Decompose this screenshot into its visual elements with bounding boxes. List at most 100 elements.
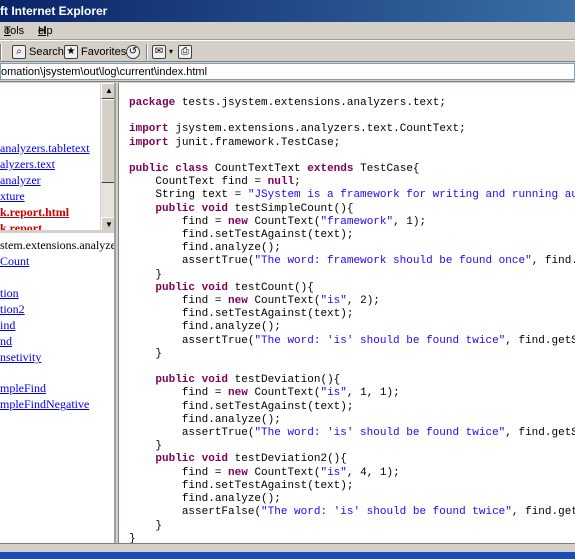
code-line: public void testSimpleCount(){ <box>155 202 354 215</box>
code-string: "The word: 'is' should be found twice" <box>261 506 512 519</box>
left-navigation-frame: analyzers.tabletext alyzers.text analyze… <box>0 83 116 543</box>
code-keyword: null <box>267 176 295 189</box>
menu-bar: Tools Help <box>0 22 575 40</box>
nav-link-deviation2[interactable]: tion2 <box>0 302 25 317</box>
code-line: find = new CountText("is", 4, 1); <box>181 466 400 479</box>
source-code-frame: package tests.jsystem.extensions.analyze… <box>118 83 575 543</box>
scroll-up-icon[interactable]: ▲ <box>101 83 114 99</box>
code-keyword: public <box>129 163 169 176</box>
nav-link-fixture[interactable]: xture <box>0 189 25 204</box>
nav-link-simplefindnegative[interactable]: mpleFindNegative <box>0 397 89 412</box>
code-line: find.setTestAgainst(text); <box>181 479 354 492</box>
code-keyword: extends <box>307 163 354 176</box>
code-string: "is" <box>320 466 347 479</box>
code-string: "framework" <box>320 215 394 228</box>
window-title-bar: ft Internet Explorer <box>0 0 575 22</box>
code-line: CountText find = null; <box>155 176 301 189</box>
code-string: "The word: framework should be found onc… <box>254 255 532 268</box>
scroll-thumb[interactable] <box>101 99 114 183</box>
menu-tools-rest: ools <box>4 25 25 37</box>
code-keyword: class <box>175 163 209 176</box>
code-keyword: public <box>155 374 196 387</box>
menu-help-rest: elp <box>38 25 53 37</box>
code-line: find.analyze(); <box>181 321 281 334</box>
source-code: package tests.jsystem.extensions.analyze… <box>129 97 575 543</box>
code-keyword: new <box>228 215 248 228</box>
code-string: "JSystem is a framework for writing and … <box>247 189 575 202</box>
code-line: import junit.framework.TestCase; <box>129 136 341 149</box>
code-line: assertTrue("The word: 'is' should be fou… <box>181 334 575 347</box>
code-line: find = new CountText("framework", 1); <box>181 215 427 228</box>
left-top-scrollbar[interactable]: ▲ ▼ <box>100 83 114 230</box>
scroll-down-icon[interactable]: ▼ <box>101 217 114 230</box>
nav-link-report-html[interactable]: k.report.html <box>0 205 69 220</box>
code-line: } <box>129 519 163 532</box>
code-line: find = new CountText("is", 1, 1); <box>181 387 400 400</box>
nav-link-nd[interactable]: nd <box>0 334 12 349</box>
nav-link-deviation[interactable]: tion <box>0 286 19 301</box>
code-line: } <box>129 440 163 453</box>
code-keyword: void <box>201 202 229 215</box>
code-line: assertTrue("The word: framework should b… <box>181 255 575 268</box>
code-line: } <box>129 268 163 281</box>
search-label: Search <box>29 46 64 58</box>
code-line: find.analyze(); <box>181 493 281 506</box>
mail-button[interactable]: ✉ ▾ <box>152 43 173 61</box>
nav-link-sensitivity[interactable]: nsetivity <box>0 350 41 365</box>
code-keyword: void <box>201 281 229 294</box>
nav-link-text[interactable]: alyzers.text <box>0 157 55 172</box>
code-line: find.setTestAgainst(text); <box>181 308 354 321</box>
code-keyword: public <box>155 281 196 294</box>
left-bottom-pane: stem.extensions.analyze Count tion tion2… <box>0 236 116 543</box>
code-line: String text = "JSystem is a framework fo… <box>129 189 575 201</box>
favorites-button[interactable]: ★ Favorites <box>64 43 126 61</box>
code-line: public void testDeviation2(){ <box>155 453 347 466</box>
code-line: find = new CountText("is", 2); <box>181 295 380 308</box>
code-keyword: void <box>201 374 229 387</box>
code-line: assertFalse("The word: 'is' should be fo… <box>181 506 575 519</box>
toolbar-separator <box>0 44 2 60</box>
search-button[interactable]: ⌕ Search <box>12 43 64 61</box>
address-input[interactable] <box>0 63 575 80</box>
nav-link-tabletext[interactable]: analyzers.tabletext <box>0 141 90 156</box>
code-string: "The word: 'is' should be found twice" <box>254 427 506 440</box>
history-icon: ↺ <box>126 45 140 59</box>
code-string: "is" <box>320 295 347 308</box>
code-keyword: import <box>129 123 169 136</box>
dropdown-arrow-icon: ▾ <box>169 47 174 56</box>
code-keyword: void <box>201 453 229 466</box>
code-line: import jsystem.extensions.analyzers.text… <box>129 123 466 136</box>
code-line: assertTrue("The word: 'is' should be fou… <box>181 427 575 440</box>
nav-link-find[interactable]: ind <box>0 318 15 333</box>
nav-link-report[interactable]: k.report <box>0 221 42 230</box>
toolbar: ⌕ Search ★ Favorites ↺ ✉ ▾ ⎙ <box>0 40 575 62</box>
history-button[interactable]: ↺ <box>126 43 140 61</box>
taskbar <box>0 552 575 559</box>
nav-link-analyzer[interactable]: analyzer <box>0 173 41 188</box>
code-keyword: new <box>228 466 248 479</box>
favorites-star-icon: ★ <box>64 45 78 59</box>
package-name-label: stem.extensions.analyze <box>0 238 116 252</box>
code-line: find.analyze(); <box>181 413 281 426</box>
code-line: find.setTestAgainst(text); <box>181 400 354 413</box>
favorites-label: Favorites <box>81 46 127 58</box>
nav-link-simplefind[interactable]: mpleFind <box>0 381 46 396</box>
code-line: } <box>129 347 163 360</box>
code-line: public class CountTextText extends TestC… <box>129 163 420 176</box>
window-title: ft Internet Explorer <box>0 4 108 18</box>
print-button[interactable]: ⎙ <box>178 43 192 61</box>
address-bar <box>0 62 575 82</box>
search-icon: ⌕ <box>12 45 26 59</box>
code-line: public void testCount(){ <box>155 281 314 294</box>
code-keyword: public <box>155 453 196 466</box>
code-keyword: package <box>129 97 176 109</box>
code-keyword: public <box>155 202 196 215</box>
code-keyword: import <box>129 136 169 149</box>
code-string: "The word: 'is' should be found twice" <box>254 334 506 347</box>
nav-link-count[interactable]: Count <box>0 254 29 269</box>
code-line: package tests.jsystem.extensions.analyze… <box>129 97 446 109</box>
code-line: find.setTestAgainst(text); <box>181 229 354 242</box>
left-top-pane: analyzers.tabletext alyzers.text analyze… <box>0 83 114 233</box>
code-line: public void testDeviation(){ <box>155 374 341 387</box>
toolbar-separator <box>146 44 148 60</box>
